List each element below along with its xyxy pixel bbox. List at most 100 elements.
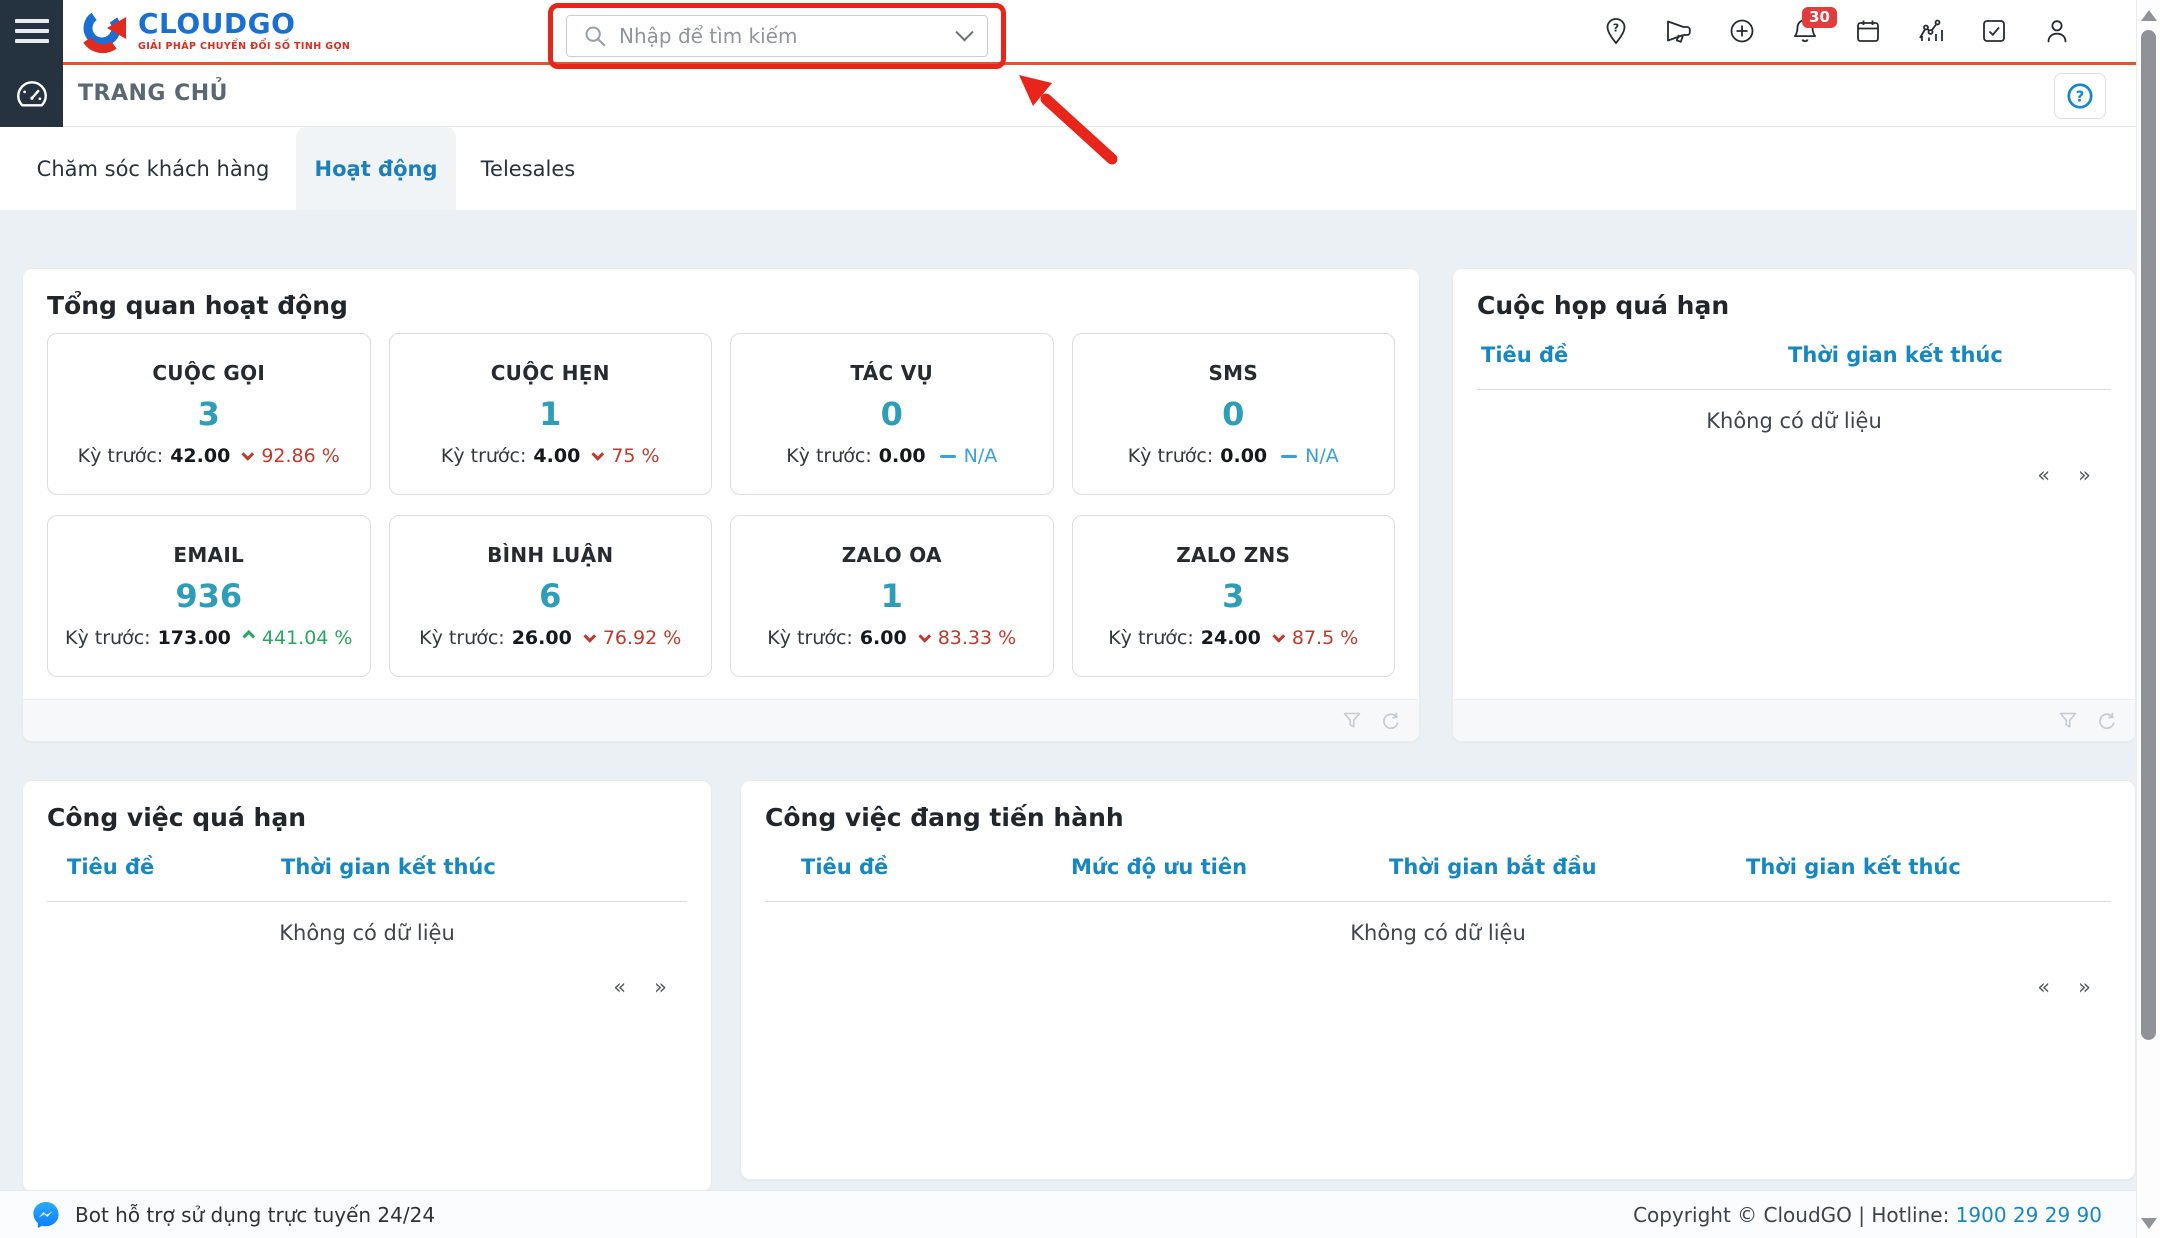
cloudgo-dashboard: CLOUDGO GIẢI PHÁP CHUYỂN ĐỔI SỐ TINH GỌN… (0, 0, 2160, 1238)
announcement-megaphone-icon[interactable] (1664, 16, 1694, 46)
overdue-tasks-card: Công việc quá hạn Tiêu đề Thời gian kết … (22, 780, 712, 1190)
pagination-next[interactable]: » (2078, 463, 2091, 487)
page-footer: Bot hỗ trợ sử dụng trực tuyến 24/24 Copy… (0, 1190, 2136, 1238)
pagination-next[interactable]: » (2078, 975, 2091, 999)
previous-period-label: Kỳ trước: (65, 627, 151, 649)
stat-value: 0 (881, 395, 903, 433)
refresh-icon[interactable] (2095, 710, 2117, 732)
hotline-label: Hotline: (1871, 1203, 1949, 1227)
scrollbar-thumb[interactable] (2141, 30, 2156, 1040)
pagination-next[interactable]: » (654, 975, 667, 999)
trend-indicator: N/A (940, 445, 998, 467)
filter-funnel-icon[interactable] (1341, 710, 1363, 732)
reports-chart-icon[interactable] (1916, 16, 1946, 46)
refresh-icon[interactable] (1379, 710, 1401, 732)
column-header-start-time[interactable]: Thời gian bắt đầu (1389, 855, 1597, 879)
stat-tile-email: EMAIL 936 Kỳ trước: 173.00 441.04 % (47, 515, 371, 677)
trend-indicator: 76.92 % (586, 627, 682, 649)
column-header-title[interactable]: Tiêu đề (801, 855, 888, 879)
help-button[interactable]: ? (2054, 73, 2106, 119)
previous-period-value: 26.00 (512, 627, 572, 649)
calendar-icon[interactable] (1853, 16, 1883, 46)
trend-percent: 76.92 % (603, 627, 682, 649)
empty-state-text: Không có dữ liệu (1453, 409, 2135, 433)
scrollbar-up-arrow-icon[interactable] (2141, 10, 2157, 21)
stat-tile-zalo-oa: ZALO OA 1 Kỳ trước: 6.00 83.33 % (730, 515, 1054, 677)
support-bot-text: Bot hỗ trợ sử dụng trực tuyến 24/24 (75, 1203, 435, 1227)
tab-telesales[interactable]: Telesales (482, 127, 574, 210)
trend-percent: N/A (1305, 445, 1339, 467)
trend-percent: 92.86 % (261, 445, 340, 467)
column-header-end-time[interactable]: Thời gian kết thúc (1788, 343, 2003, 367)
previous-period-value: 0.00 (1220, 445, 1267, 467)
stat-value: 1 (539, 395, 561, 433)
card-footer-toolbar (23, 699, 1419, 741)
column-header-priority[interactable]: Mức độ ưu tiên (1071, 855, 1247, 879)
column-header-end-time[interactable]: Thời gian kết thúc (281, 855, 496, 879)
previous-period-value: 24.00 (1201, 627, 1261, 649)
search-icon (583, 24, 607, 48)
trend-chevron-icon (242, 448, 255, 461)
search-input[interactable] (619, 24, 946, 48)
column-header-title[interactable]: Tiêu đề (67, 855, 154, 879)
filter-funnel-icon[interactable] (2057, 710, 2079, 732)
tasks-checkbox-icon[interactable] (1979, 16, 2009, 46)
trend-indicator: 75 % (594, 445, 659, 467)
stat-tile-sms: SMS 0 Kỳ trước: 0.00 N/A (1072, 333, 1396, 495)
trend-percent: 441.04 % (262, 627, 353, 649)
trend-percent: 87.5 % (1292, 627, 1358, 649)
user-profile-icon[interactable] (2042, 16, 2072, 46)
previous-period-value: 0.00 (879, 445, 926, 467)
stat-tile-tasks: TÁC VỤ 0 Kỳ trước: 0.00 N/A (730, 333, 1054, 495)
global-search[interactable] (566, 15, 988, 57)
trend-chevron-icon (592, 448, 605, 461)
trend-chevron-icon (1272, 630, 1285, 643)
cloudgo-logo-icon (80, 7, 128, 55)
hotline-number-link[interactable]: 1900 29 29 90 (1956, 1203, 2102, 1227)
search-dropdown-chevron-icon[interactable] (955, 23, 973, 41)
dashboard-gauge-icon[interactable] (0, 62, 63, 127)
previous-period-value: 42.00 (170, 445, 230, 467)
logo-name: CLOUDGO (138, 10, 350, 38)
previous-period-label: Kỳ trước: (419, 627, 505, 649)
trend-chevron-icon (242, 630, 255, 643)
empty-state-text: Không có dữ liệu (741, 921, 2135, 945)
location-help-icon[interactable]: ? (1601, 16, 1631, 46)
dashboard-tabbar: Chăm sóc khách hàng Hoạt động Telesales (0, 127, 2136, 210)
messenger-icon (30, 1199, 62, 1231)
svg-text:?: ? (1613, 22, 1619, 35)
trend-chevron-icon (918, 630, 931, 643)
pagination-prev[interactable]: « (613, 975, 626, 999)
stat-label: SMS (1208, 361, 1258, 385)
previous-period-label: Kỳ trước: (441, 445, 527, 467)
trend-dash-icon (940, 455, 956, 458)
column-header-title[interactable]: Tiêu đề (1481, 343, 1568, 367)
stat-value: 3 (198, 395, 220, 433)
vertical-scrollbar[interactable] (2136, 0, 2160, 1238)
previous-period-value: 4.00 (533, 445, 580, 467)
pagination-prev[interactable]: « (2037, 975, 2050, 999)
tab-activity-active[interactable]: Hoạt động (296, 127, 456, 210)
tab-customer-care[interactable]: Chăm sóc khách hàng (40, 127, 266, 210)
trend-percent: N/A (964, 445, 998, 467)
pagination: « » (2037, 975, 2091, 999)
support-bot-link[interactable]: Bot hỗ trợ sử dụng trực tuyến 24/24 (30, 1199, 435, 1231)
column-header-end-time[interactable]: Thời gian kết thúc (1746, 855, 1961, 879)
pagination-prev[interactable]: « (2037, 463, 2050, 487)
table-divider (765, 901, 2111, 902)
logo-tagline: GIẢI PHÁP CHUYỂN ĐỔI SỐ TINH GỌN (138, 42, 350, 52)
card-title: Cuộc họp quá hạn (1477, 291, 1729, 320)
copyright-label: Copyright © CloudGO (1633, 1203, 1852, 1227)
overdue-meetings-card: Cuộc họp quá hạn Tiêu đề Thời gian kết t… (1452, 268, 2136, 742)
stat-label: EMAIL (173, 543, 244, 567)
quick-add-icon[interactable] (1727, 16, 1757, 46)
trend-percent: 83.33 % (938, 627, 1017, 649)
card-title: Tổng quan hoạt động (47, 291, 348, 320)
stat-value: 1 (881, 577, 903, 615)
scrollbar-down-arrow-icon[interactable] (2141, 1218, 2157, 1229)
stat-tile-appointments: CUỘC HẸN 1 Kỳ trước: 4.00 75 % (389, 333, 713, 495)
page-header: TRANG CHỦ ? (0, 65, 2136, 127)
cloudgo-logo[interactable]: CLOUDGO GIẢI PHÁP CHUYỂN ĐỔI SỐ TINH GỌN (80, 7, 350, 55)
menu-hamburger-icon[interactable] (0, 0, 63, 62)
notifications-bell-icon[interactable]: 30 (1790, 16, 1820, 46)
